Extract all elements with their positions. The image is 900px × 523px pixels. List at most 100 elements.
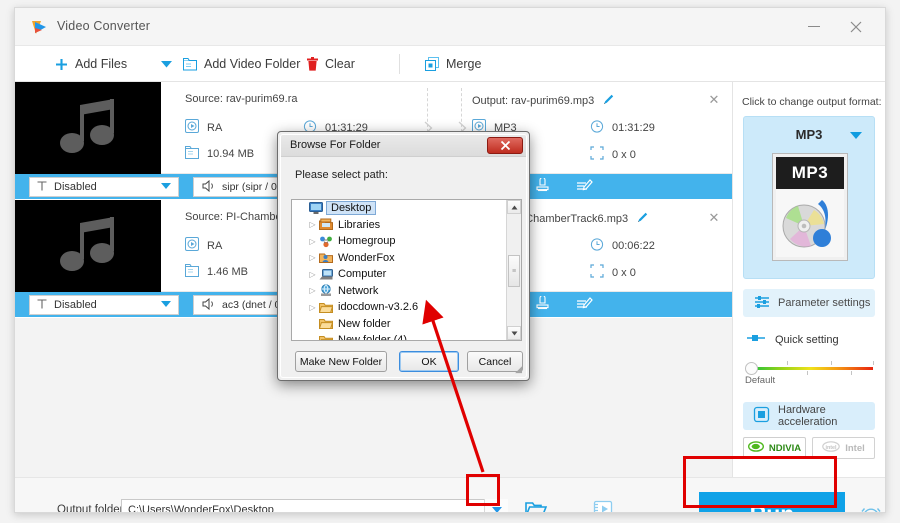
network-icon bbox=[319, 284, 336, 297]
folder-tree-items[interactable]: Desktop ▷ Libraries ▷ Homegroup ▷ WonderFox ▷ Co… bbox=[292, 200, 521, 340]
tree-item-label: Computer bbox=[338, 268, 387, 281]
edit-pencil-icon[interactable] bbox=[602, 93, 615, 109]
edit-pencil-icon[interactable] bbox=[636, 211, 649, 227]
tree-item-new-folder[interactable]: New folder bbox=[292, 316, 521, 333]
slider-knob[interactable] bbox=[745, 362, 758, 375]
minimize-button[interactable] bbox=[799, 16, 829, 38]
parameter-settings-button[interactable]: Parameter settings bbox=[743, 289, 875, 317]
clock-icon bbox=[590, 119, 604, 136]
gpu-options: NDIVIA intel Intel bbox=[743, 437, 875, 459]
monitor-icon bbox=[309, 201, 326, 215]
watermark-icon[interactable] bbox=[535, 294, 550, 316]
cd-note-icon bbox=[776, 189, 844, 257]
intel-option[interactable]: intel Intel bbox=[812, 437, 875, 459]
output-folder-dropdown-button[interactable] bbox=[484, 499, 508, 512]
close-button[interactable] bbox=[841, 16, 871, 38]
output-resolution-label: 0 x 0 bbox=[612, 148, 636, 161]
nvidia-option[interactable]: NDIVIA bbox=[743, 437, 806, 459]
tree-item-new-folder-4[interactable]: New folder (4) bbox=[292, 332, 521, 340]
scroll-up-button[interactable] bbox=[507, 200, 521, 214]
title-bar: Video Converter bbox=[15, 8, 885, 46]
tree-item-label: Libraries bbox=[338, 218, 381, 231]
parameter-settings-label: Parameter settings bbox=[778, 297, 871, 309]
source-size-label: 1.46 MB bbox=[207, 266, 248, 278]
chip-icon bbox=[753, 406, 770, 426]
add-video-folder-button[interactable]: Add Video Folder bbox=[183, 46, 300, 82]
subtitle-select[interactable]: Disabled bbox=[29, 295, 179, 315]
expand-arrow-icon[interactable]: ▷ bbox=[306, 270, 319, 279]
effects-edit-icon[interactable] bbox=[576, 178, 593, 198]
folder-tree[interactable]: Desktop ▷ Libraries ▷ Homegroup ▷ WonderFox ▷ Co… bbox=[291, 199, 522, 341]
tree-item-label: Desktop bbox=[326, 201, 377, 216]
merge-icon bbox=[425, 57, 439, 71]
playlist-button[interactable] bbox=[593, 499, 613, 512]
expand-arrow-icon[interactable]: ▷ bbox=[306, 286, 319, 295]
tree-scrollbar[interactable]: ≡ bbox=[506, 200, 521, 340]
output-duration-label: 01:31:29 bbox=[612, 121, 655, 134]
expand-arrow-icon[interactable]: ▷ bbox=[306, 220, 319, 229]
source-size: 10.94 MB bbox=[185, 146, 254, 162]
run-button[interactable]: Run bbox=[699, 492, 845, 512]
file-size-icon bbox=[185, 264, 199, 280]
source-filename: Source: rav-purim69.ra bbox=[185, 93, 298, 105]
expand-arrow-icon[interactable]: ▷ bbox=[306, 303, 319, 312]
tree-item-homegroup[interactable]: ▷ Homegroup bbox=[292, 233, 521, 250]
tree-item-idocdown-v3-2-6[interactable]: ▷ idocdown-v3.2.6 bbox=[292, 299, 521, 316]
add-files-dropdown[interactable] bbox=[155, 46, 177, 82]
subtitle-icon bbox=[37, 180, 47, 194]
open-folder-button[interactable] bbox=[525, 499, 548, 512]
library-icon bbox=[319, 218, 336, 231]
chevron-down-icon bbox=[161, 183, 171, 189]
watermark-icon[interactable] bbox=[535, 176, 550, 198]
tree-item-libraries[interactable]: ▷ Libraries bbox=[292, 217, 521, 234]
source-format: RA bbox=[185, 119, 222, 136]
track-actions bbox=[535, 294, 593, 316]
source-format-label: RA bbox=[207, 239, 223, 252]
expand-arrow-icon[interactable]: ▷ bbox=[306, 237, 319, 246]
folder-add-icon bbox=[183, 57, 197, 71]
tree-item-desktop[interactable]: Desktop bbox=[292, 200, 521, 217]
track-actions bbox=[535, 176, 593, 198]
media-format-icon bbox=[185, 119, 199, 136]
output-format-button[interactable]: MP3 MP3 bbox=[743, 116, 875, 279]
quick-setting-row[interactable]: Quick setting bbox=[747, 333, 885, 346]
hardware-acceleration-button[interactable]: Hardware acceleration bbox=[743, 402, 875, 430]
remove-file-button[interactable]: ✕ bbox=[706, 92, 722, 108]
tree-item-network[interactable]: ▷ Network bbox=[292, 283, 521, 300]
folder-icon bbox=[319, 301, 336, 314]
add-files-button[interactable]: Add Files bbox=[55, 46, 127, 82]
output-folder-input[interactable] bbox=[121, 499, 508, 512]
remove-file-button[interactable]: ✕ bbox=[706, 210, 722, 226]
scrollbar-thumb[interactable]: ≡ bbox=[508, 255, 520, 287]
merge-button[interactable]: Merge bbox=[425, 46, 481, 82]
quality-slider[interactable]: Default bbox=[745, 360, 875, 386]
source-format-label: RA bbox=[207, 121, 223, 134]
format-thumbnail-label: MP3 bbox=[776, 157, 844, 189]
clear-button[interactable]: Clear bbox=[307, 46, 355, 82]
effects-edit-icon[interactable] bbox=[576, 296, 593, 316]
source-size-label: 10.94 MB bbox=[207, 148, 255, 160]
alarm-clock-icon[interactable] bbox=[860, 504, 882, 512]
scroll-down-button[interactable] bbox=[507, 326, 521, 340]
dialog-prompt: Please select path: bbox=[295, 169, 388, 181]
screenshot-root: Video Converter Add Files Add Video Fold… bbox=[0, 0, 900, 523]
toolbar-divider bbox=[399, 54, 400, 74]
subtitle-select[interactable]: Disabled bbox=[29, 177, 179, 197]
chevron-down-icon[interactable] bbox=[850, 132, 862, 139]
ok-button[interactable]: OK bbox=[399, 351, 459, 372]
resolution-icon bbox=[590, 146, 604, 163]
nvidia-label: NDIVIA bbox=[768, 442, 802, 454]
make-new-folder-button[interactable]: Make New Folder bbox=[295, 351, 387, 372]
computer-icon bbox=[319, 268, 336, 281]
expand-arrow-icon[interactable]: ▷ bbox=[306, 253, 319, 262]
resize-grip-icon: ◢ bbox=[515, 364, 522, 374]
window-title: Video Converter bbox=[57, 19, 151, 33]
output-folder-label: Output folder: bbox=[57, 504, 127, 513]
tree-item-wonderfox[interactable]: ▷ WonderFox bbox=[292, 250, 521, 267]
nvidia-eye-icon bbox=[747, 441, 764, 455]
subtitle-icon bbox=[37, 298, 47, 312]
add-files-label: Add Files bbox=[75, 57, 128, 71]
tree-item-computer[interactable]: ▷ Computer bbox=[292, 266, 521, 283]
dialog-close-button[interactable] bbox=[487, 137, 523, 154]
speaker-icon bbox=[202, 297, 216, 313]
